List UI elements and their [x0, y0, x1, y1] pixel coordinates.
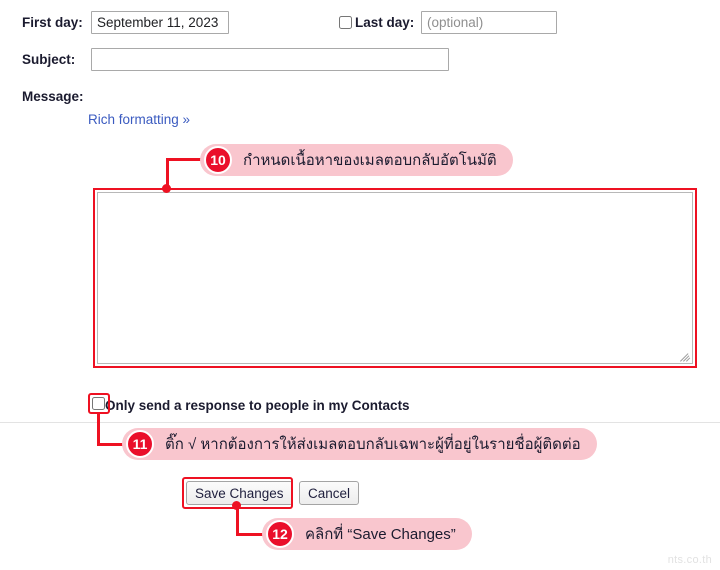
leader-line-10-vertical: [166, 158, 169, 191]
callout-10-text: กำหนดเนื้อหาของเมลตอบกลับอัตโนมัติ: [243, 152, 497, 169]
callout-10-badge: 10: [204, 146, 232, 174]
last-day-label: Last day:: [355, 15, 415, 30]
subject-label: Subject:: [22, 52, 76, 67]
save-changes-button[interactable]: Save Changes: [186, 481, 293, 505]
callout-11-text: ติ๊ก √ หากต้องการให้ส่งเมลตอบกลับเฉพาะผู…: [165, 436, 581, 453]
rich-formatting-link[interactable]: Rich formatting »: [88, 112, 190, 127]
message-label: Message:: [22, 89, 84, 104]
first-day-label: First day:: [22, 15, 83, 30]
callout-10: 10 กำหนดเนื้อหาของเมลตอบกลับอัตโนมัติ: [200, 144, 513, 176]
message-textarea[interactable]: [97, 192, 693, 364]
leader-line-10-horizontal: [166, 158, 206, 161]
callout-12: 12 คลิกที่ “Save Changes”: [262, 518, 472, 550]
vacation-responder-form: First day: Last day: Subject: Message: R…: [0, 0, 720, 570]
leader-line-12-vertical: [236, 506, 239, 536]
subject-input[interactable]: [91, 48, 449, 71]
last-day-input[interactable]: [421, 11, 557, 34]
callout-12-badge: 12: [266, 520, 294, 548]
site-watermark: nts.co.th: [667, 554, 712, 566]
leader-line-11-horizontal: [97, 443, 132, 446]
callout-12-text: คลิกที่ “Save Changes”: [305, 526, 456, 543]
last-day-checkbox[interactable]: [339, 16, 352, 29]
contacts-only-checkbox[interactable]: [92, 397, 105, 410]
callout-11-badge: 11: [126, 430, 154, 458]
contacts-only-label: Only send a response to people in my Con…: [105, 398, 410, 413]
leader-line-11-vertical: [97, 413, 100, 446]
first-day-input[interactable]: [91, 11, 229, 34]
section-divider: [0, 422, 720, 423]
cancel-button[interactable]: Cancel: [299, 481, 360, 505]
callout-11: 11 ติ๊ก √ หากต้องการให้ส่งเมลตอบกลับเฉพา…: [122, 428, 597, 460]
leader-line-12-horizontal: [236, 533, 272, 536]
